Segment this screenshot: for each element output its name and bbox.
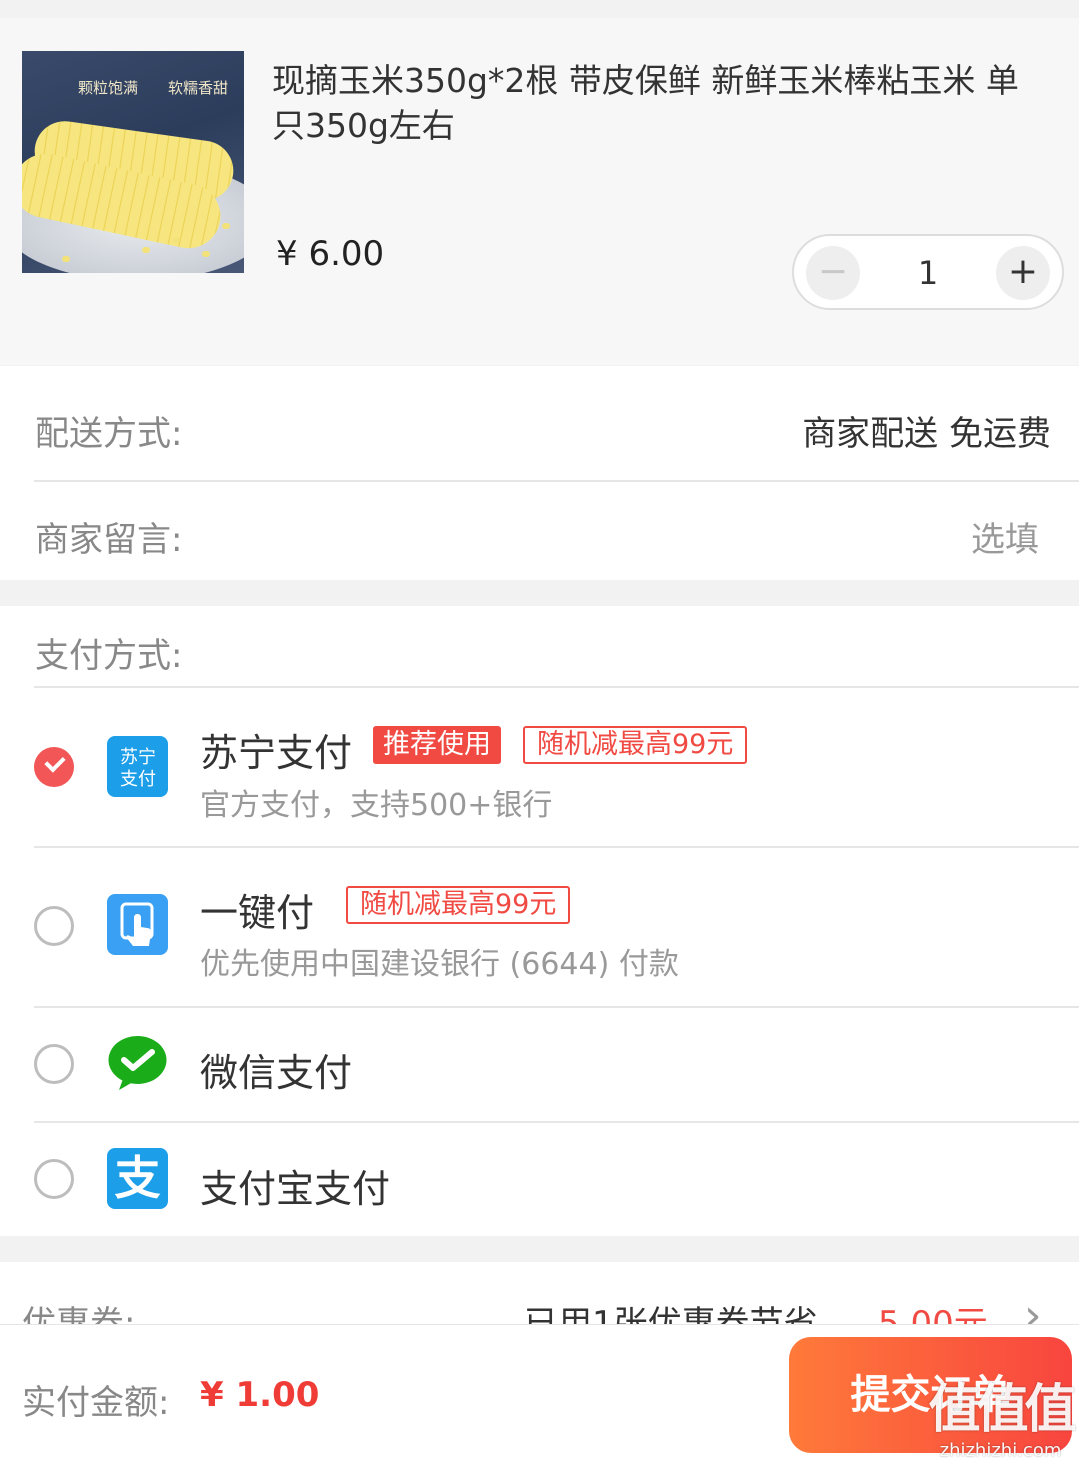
divider <box>34 1121 1079 1123</box>
divider <box>34 846 1079 848</box>
svg-text:支付: 支付 <box>120 769 156 790</box>
radio-unselected-icon[interactable] <box>34 906 74 946</box>
order-options-card: 配送方式: 商家配送 免运费 商家留言: 选填 <box>0 366 1079 580</box>
image-tag: 颗粒饱满 <box>78 79 139 97</box>
kernel-graphic <box>172 237 180 243</box>
payment-card: 支付方式: 苏宁 支付 苏宁支付 推荐使用 随机减最高99元 官方支付，支持50… <box>0 606 1079 1236</box>
discount-badge: 随机减最高99元 <box>346 886 571 924</box>
radio-unselected-icon[interactable] <box>34 1044 74 1084</box>
watermark-url: zhizhizhi.com <box>939 1440 1062 1461</box>
kernel-graphic <box>222 223 230 229</box>
image-tag: 软糯香甜 <box>168 79 229 97</box>
delivery-value: 商家配送 免运费 <box>802 414 1051 454</box>
checkout-footer: 实付金额: ¥ 1.00 提交订单 <box>0 1324 1079 1463</box>
one-tap-pay-icon <box>107 894 168 955</box>
kernel-graphic <box>142 247 150 253</box>
radio-unselected-icon[interactable] <box>34 1159 74 1199</box>
discount-badge: 随机减最高99元 <box>523 726 748 764</box>
radio-selected-icon[interactable] <box>34 747 74 787</box>
payment-subtitle: 优先使用中国建设银行 (6644) 付款 <box>200 947 679 982</box>
svg-text:苏宁: 苏宁 <box>120 747 156 768</box>
watermark-text: 值值值 <box>928 1380 1076 1440</box>
kernel-graphic <box>62 256 70 262</box>
kernel-graphic <box>202 251 210 257</box>
quantity-stepper: − 1 + <box>792 234 1064 310</box>
payment-name: 一键付 <box>200 891 315 935</box>
message-label: 商家留言: <box>35 520 183 560</box>
divider <box>34 1006 1079 1008</box>
coupon-amount: 5.00元 <box>878 1304 988 1324</box>
recommend-badge: 推荐使用 <box>373 726 501 764</box>
coupon-row[interactable]: 优惠券: 已用1张优惠券节省 5.00元 › <box>0 1262 1079 1324</box>
total-amount: ¥ 1.00 <box>200 1375 320 1415</box>
product-title[interactable]: 现摘玉米350g*2根 带皮保鲜 新鲜玉米棒粘玉米 单只350g左右 <box>272 58 1032 148</box>
coupon-label: 优惠券: <box>22 1304 136 1324</box>
coupon-value: 已用1张优惠券节省 <box>524 1304 818 1324</box>
total-label: 实付金额: <box>22 1383 170 1423</box>
divider <box>34 686 1079 688</box>
delivery-label: 配送方式: <box>35 414 183 454</box>
payment-name: 支付宝支付 <box>200 1167 391 1211</box>
product-card: 颗粒饱满 软糯香甜 现摘玉米350g*2根 带皮保鲜 新鲜玉米棒粘玉米 单只35… <box>0 18 1079 365</box>
chevron-right-icon: › <box>1024 1290 1042 1324</box>
alipay-icon: 支 <box>107 1148 168 1209</box>
wechat-pay-icon <box>107 1032 168 1093</box>
payment-label: 支付方式: <box>35 636 183 676</box>
watermark-logo: 值值值 zhizhizhi.com <box>928 1380 1076 1461</box>
suning-pay-icon: 苏宁 支付 <box>107 736 168 797</box>
payment-name: 微信支付 <box>200 1051 353 1095</box>
payment-name: 苏宁支付 <box>200 731 353 775</box>
message-input[interactable]: 选填 <box>971 512 1039 561</box>
payment-subtitle: 官方支付，支持500+银行 <box>200 788 553 823</box>
product-price: ¥ 6.00 <box>276 234 385 274</box>
product-image[interactable]: 颗粒饱满 软糯香甜 <box>22 51 244 273</box>
divider <box>34 480 1079 482</box>
increase-button[interactable]: + <box>996 246 1050 300</box>
